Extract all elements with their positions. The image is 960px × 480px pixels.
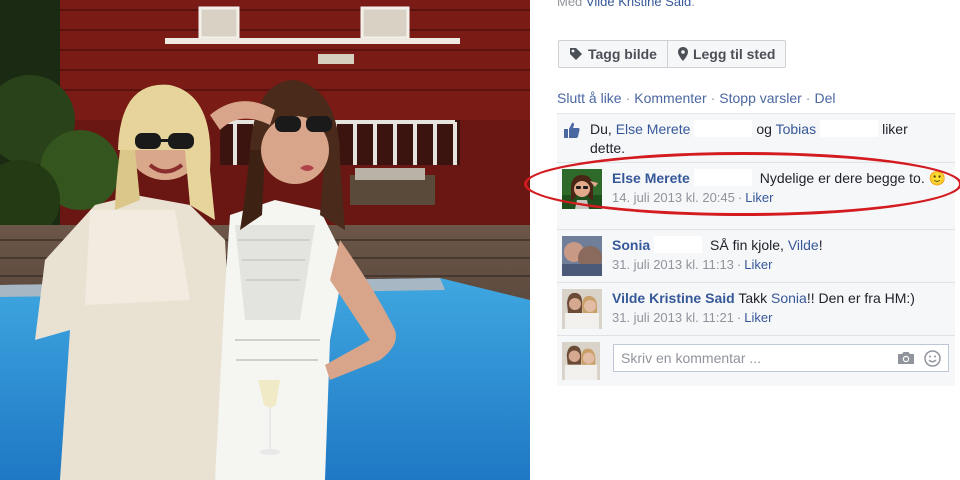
avatar[interactable] [562,169,602,209]
comment-text: SÅ fin kjole, [710,237,784,253]
photo-actions-group: Tagg bilde Legg til sted [558,40,787,68]
comment-composer [557,336,955,386]
comment-like-link[interactable]: Liker [744,257,772,272]
redaction [694,120,753,137]
separator: · [710,90,716,106]
redaction [654,236,703,253]
liker-link[interactable]: Tobias [776,121,816,137]
liker-link[interactable]: Else Merete [616,121,691,137]
feedback-box: Du, Else Merete og Tobias liker dette. E… [557,113,955,386]
comment-body: Else Merete Nydelige er dere begge to. 🙂… [612,169,947,207]
comment-item: Sonia SÅ fin kjole, Vilde! 31. juli 2013… [557,230,955,283]
avatar[interactable] [562,289,602,329]
comment-box [613,344,949,372]
separator: · [737,190,743,205]
comment-meta: 31. juli 2013 kl. 11:21 · Liker [612,308,947,327]
comment-item: Else Merete Nydelige er dere begge to. 🙂… [557,163,955,230]
likes-and: og [756,121,772,137]
unlike-link[interactable]: Slutt å like [557,90,622,106]
add-location-label: Legg til sted [692,46,776,62]
with-prefix: Med [557,0,583,9]
with-tagged-line: Med Vilde Kristine Said. [557,0,695,9]
map-pin-icon [677,47,688,61]
mention-link[interactable]: Vilde [788,237,819,253]
smiley-icon[interactable] [924,350,941,370]
tagged-person-link[interactable]: Vilde Kristine Said [586,0,691,9]
comment-text: Takk [738,290,768,306]
with-suffix: . [691,0,695,9]
redaction [693,169,752,186]
comment-like-link[interactable]: Liker [745,190,773,205]
likes-prefix: Du, [590,121,612,137]
comment-body: Sonia SÅ fin kjole, Vilde! 31. juli 2013… [612,236,947,274]
separator: · [625,90,631,106]
redaction [820,120,879,137]
comment-text: Nydelige er dere begge to. [759,170,925,186]
post-feedback-panel: Med Vilde Kristine Said. Tagg bilde Legg… [530,0,960,480]
mention-link[interactable]: Sonia [771,290,807,306]
comment-timestamp[interactable]: 31. juli 2013 kl. 11:21 [612,310,734,325]
comment-like-link[interactable]: Liker [744,310,772,325]
add-location-button[interactable]: Legg til sted [667,40,787,68]
comment-body: Vilde Kristine Said Takk Sonia!! Den er … [612,289,947,327]
comment-text-end: ! [818,237,823,253]
separator: · [736,310,742,325]
post-action-links: Slutt å like · Kommenter · Stopp varsler · Del [557,90,835,106]
comment-author[interactable]: Else Merete [612,170,690,186]
stop-notifications-link[interactable]: Stopp varsler [719,90,801,106]
separator: · [736,257,742,272]
separator: · [805,90,811,106]
comment-timestamp[interactable]: 14. juli 2013 kl. 20:45 [612,190,735,205]
comment-author[interactable]: Sonia [612,237,650,253]
likes-text: Du, Else Merete og Tobias liker dette. [590,120,920,158]
comment-timestamp[interactable]: 31. juli 2013 kl. 11:13 [612,257,734,272]
comment-meta: 31. juli 2013 kl. 11:13 · Liker [612,255,947,274]
comment-meta: 14. juli 2013 kl. 20:45 · Liker [612,188,947,207]
avatar[interactable] [562,236,602,276]
likes-summary: Du, Else Merete og Tobias liker dette. [557,114,955,163]
smiley-emoji: 🙂 [928,170,947,186]
post-photo[interactable] [0,0,530,480]
comment-text-end: !! Den er fra HM:) [806,290,915,306]
tag-photo-label: Tagg bilde [588,46,657,62]
thumbs-up-icon [563,121,581,144]
comment-input[interactable] [614,345,898,371]
camera-icon[interactable] [897,351,915,368]
avatar [562,342,600,380]
comment-link[interactable]: Kommenter [634,90,706,106]
tag-photo-button[interactable]: Tagg bilde [558,40,668,68]
comment-item: Vilde Kristine Said Takk Sonia!! Den er … [557,283,955,336]
photo-image [0,0,530,480]
comment-author[interactable]: Vilde Kristine Said [612,290,735,306]
share-link[interactable]: Del [814,90,835,106]
tag-icon [569,47,583,61]
